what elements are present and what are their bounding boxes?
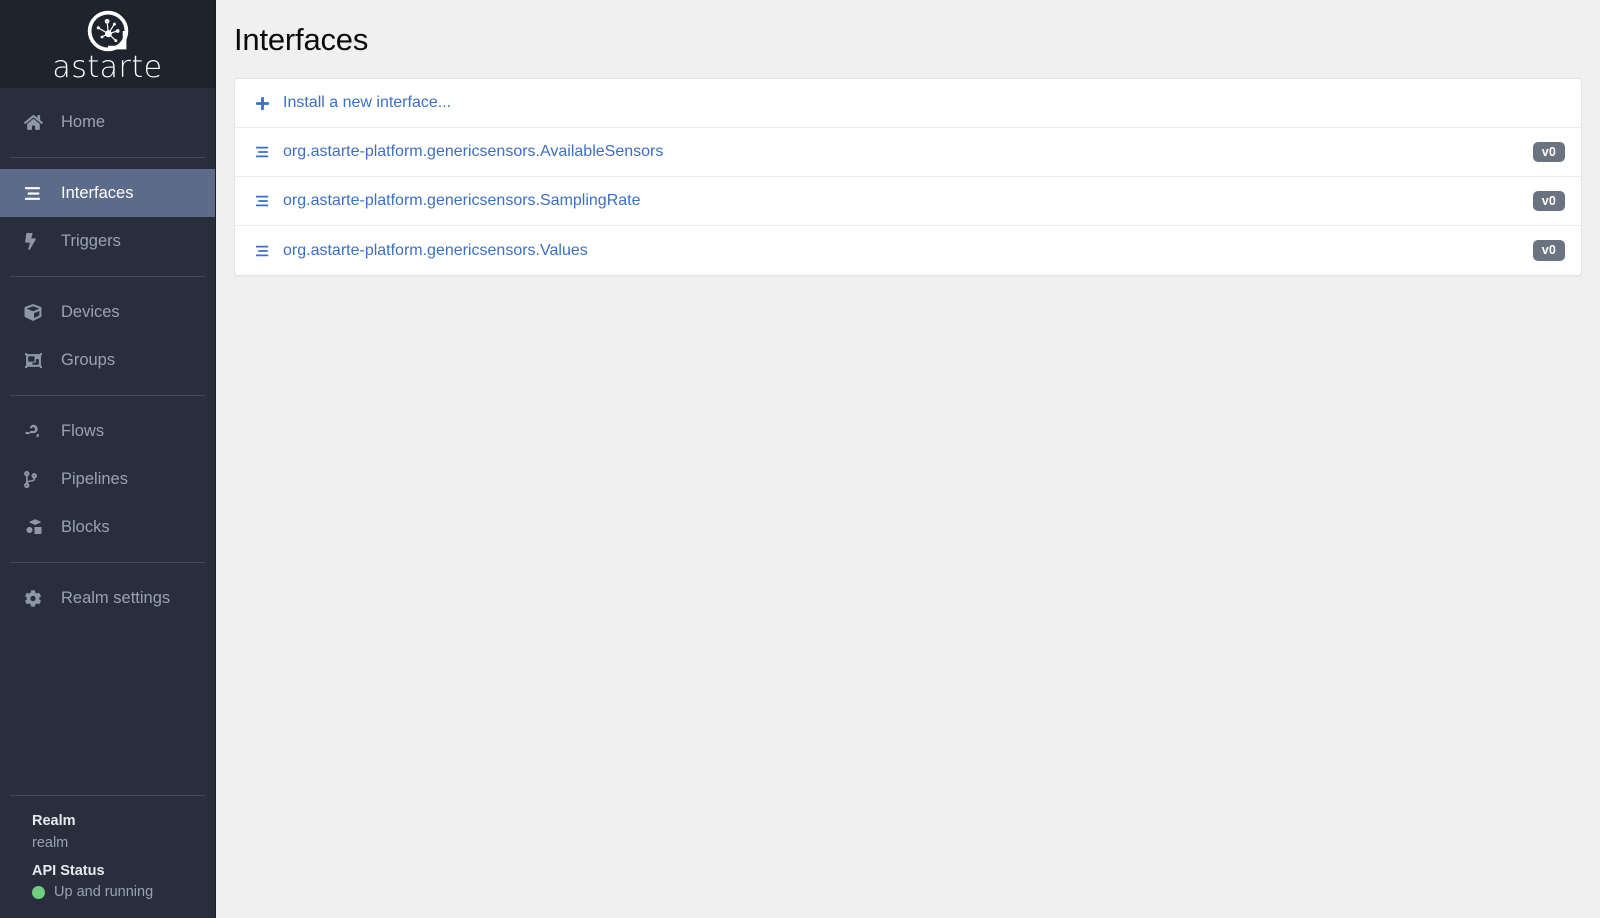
interfaces-card: Install a new interface... org.astarte-p… bbox=[234, 78, 1582, 276]
interface-link[interactable]: org.astarte-platform.genericsensors.Samp… bbox=[253, 192, 1533, 210]
table-row[interactable]: org.astarte-platform.genericsensors.Samp… bbox=[235, 177, 1581, 226]
sidebar-footer: Realm realm API Status Up and running bbox=[10, 795, 205, 918]
sidebar: astarte Home Interfa bbox=[0, 0, 216, 918]
install-new-interface-link[interactable]: Install a new interface... bbox=[253, 94, 1565, 112]
interface-version-badge: v0 bbox=[1533, 240, 1565, 261]
app-root: astarte Home Interfa bbox=[0, 0, 1600, 918]
nav-group-devices: Devices Groups bbox=[0, 288, 215, 384]
sidebar-item-label: Flows bbox=[61, 422, 104, 441]
astarte-network-logo-icon bbox=[85, 8, 131, 55]
sidebar-item-label: Devices bbox=[61, 303, 120, 322]
sidebar-item-home[interactable]: Home bbox=[0, 98, 215, 146]
stream-icon bbox=[24, 185, 50, 202]
interface-name: org.astarte-platform.genericsensors.Avai… bbox=[283, 143, 663, 161]
install-new-interface-label: Install a new interface... bbox=[283, 94, 451, 112]
table-row[interactable]: org.astarte-platform.genericsensors.Valu… bbox=[235, 226, 1581, 275]
nav-divider bbox=[10, 157, 205, 158]
interface-version-badge: v0 bbox=[1533, 142, 1565, 163]
sidebar-item-pipelines[interactable]: Pipelines bbox=[0, 455, 215, 503]
stream-icon bbox=[253, 193, 272, 210]
gear-icon bbox=[24, 590, 50, 607]
sidebar-item-label: Pipelines bbox=[61, 470, 128, 489]
sidebar-item-triggers[interactable]: Triggers bbox=[0, 217, 215, 265]
stream-icon bbox=[253, 144, 272, 161]
realm-label: Realm bbox=[32, 810, 205, 832]
home-icon bbox=[24, 114, 50, 131]
sidebar-item-interfaces[interactable]: Interfaces bbox=[0, 169, 215, 217]
sidebar-item-devices[interactable]: Devices bbox=[0, 288, 215, 336]
cube-icon bbox=[24, 304, 50, 321]
stream-icon bbox=[253, 242, 272, 259]
status-dot-icon bbox=[32, 886, 45, 899]
sidebar-nav: Home Interfaces Triggers bbox=[0, 88, 215, 795]
interface-name: org.astarte-platform.genericsensors.Samp… bbox=[283, 192, 641, 210]
nav-group-main: Home bbox=[0, 98, 215, 146]
sidebar-item-label: Groups bbox=[61, 351, 115, 370]
nav-group-settings: Realm settings bbox=[0, 574, 215, 622]
table-row[interactable]: org.astarte-platform.genericsensors.Avai… bbox=[235, 128, 1581, 177]
interface-name: org.astarte-platform.genericsensors.Valu… bbox=[283, 242, 588, 260]
install-new-interface-row[interactable]: Install a new interface... bbox=[235, 79, 1581, 128]
realm-value: realm bbox=[32, 832, 205, 854]
api-status-value: Up and running bbox=[54, 884, 153, 900]
interface-version-badge: v0 bbox=[1533, 191, 1565, 212]
nav-group-modeling: Interfaces Triggers bbox=[0, 169, 215, 265]
sidebar-item-label: Blocks bbox=[61, 518, 110, 537]
brand-header[interactable]: astarte bbox=[0, 0, 215, 88]
shapes-icon bbox=[24, 519, 50, 535]
main-content: Interfaces Install a new interface... or… bbox=[216, 0, 1600, 918]
nav-divider bbox=[10, 276, 205, 277]
sidebar-item-label: Home bbox=[61, 113, 105, 132]
api-status-label: API Status bbox=[32, 860, 205, 882]
nav-group-flows: Flows Pipelines Blocks bbox=[0, 407, 215, 551]
sidebar-item-label: Interfaces bbox=[61, 184, 133, 203]
sidebar-item-flows[interactable]: Flows bbox=[0, 407, 215, 455]
api-status-row: Up and running bbox=[32, 884, 205, 900]
plus-icon bbox=[253, 95, 272, 112]
object-group-icon bbox=[24, 352, 50, 369]
code-branch-icon bbox=[24, 471, 50, 488]
brand-name: astarte bbox=[52, 53, 162, 83]
wind-icon bbox=[24, 423, 50, 439]
sidebar-item-label: Triggers bbox=[61, 232, 121, 251]
nav-divider bbox=[10, 562, 205, 563]
interface-link[interactable]: org.astarte-platform.genericsensors.Valu… bbox=[253, 242, 1533, 260]
interface-link[interactable]: org.astarte-platform.genericsensors.Avai… bbox=[253, 143, 1533, 161]
page-title: Interfaces bbox=[234, 22, 1582, 58]
sidebar-item-realm-settings[interactable]: Realm settings bbox=[0, 574, 215, 622]
nav-divider bbox=[10, 395, 205, 396]
bolt-icon bbox=[24, 233, 50, 250]
sidebar-item-label: Realm settings bbox=[61, 589, 170, 608]
sidebar-item-groups[interactable]: Groups bbox=[0, 336, 215, 384]
sidebar-item-blocks[interactable]: Blocks bbox=[0, 503, 215, 551]
